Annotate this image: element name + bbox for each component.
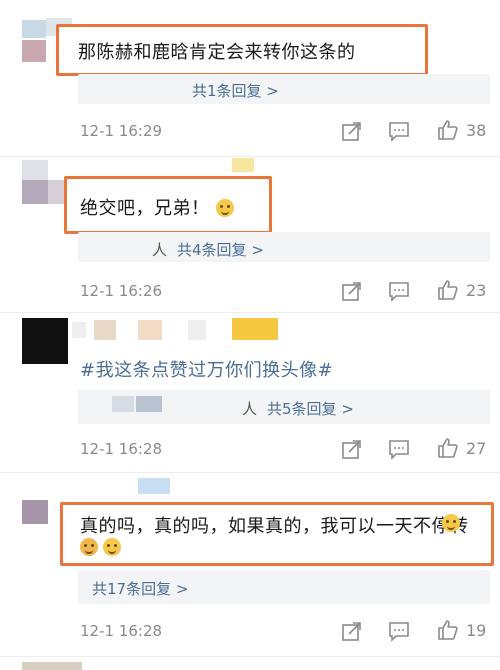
reply-author-fragment: 人 — [242, 400, 258, 418]
thumbs-up-icon[interactable] — [437, 279, 459, 301]
avatar-blurred[interactable] — [22, 318, 68, 364]
username-blurred — [188, 320, 206, 340]
like-count: 27 — [466, 439, 487, 458]
avatar-blurred[interactable] — [22, 500, 48, 524]
reply-count-text[interactable]: 共5条回复 > — [267, 400, 354, 418]
divider — [0, 656, 500, 657]
username-blurred — [138, 478, 170, 494]
reply-count-link[interactable]: 人共5条回复 > — [242, 398, 354, 419]
username-blurred — [232, 318, 278, 340]
reply-count-link[interactable]: 人共4条回复 > — [152, 239, 264, 260]
divider — [0, 312, 500, 313]
username-blurred — [94, 320, 116, 340]
like-count: 38 — [466, 121, 487, 140]
smiley-emoji-icon — [103, 538, 122, 556]
timestamp: 12-1 16:28 — [80, 622, 163, 640]
smiley-emoji-icon — [215, 199, 234, 217]
divider — [0, 156, 500, 157]
thumbs-up-icon[interactable] — [437, 119, 459, 141]
timestamp: 12-1 16:26 — [80, 282, 163, 300]
avatar-blurred[interactable] — [22, 160, 48, 180]
like-count: 23 — [466, 281, 487, 300]
emoji-row — [80, 538, 122, 557]
reply-count-link[interactable]: 共17条回复 > — [92, 578, 188, 599]
reply-count-text[interactable]: 共4条回复 > — [177, 241, 264, 259]
comment-icon[interactable] — [388, 120, 410, 142]
share-icon[interactable] — [341, 438, 363, 460]
next-avatar-blurred — [22, 662, 82, 670]
emoji-row — [442, 514, 460, 533]
comment-hashtag-link[interactable]: #我这条点赞过万你们换头像# — [80, 356, 333, 382]
timestamp: 12-1 16:29 — [80, 122, 163, 140]
reply-count-link[interactable]: 共1条回复 > — [192, 80, 279, 101]
reply-author-blurred — [136, 396, 162, 412]
comment-text-content: 绝交吧，兄弟！ — [80, 198, 210, 219]
divider — [0, 472, 500, 473]
avatar-blurred[interactable] — [22, 20, 46, 38]
avatar-blurred — [22, 180, 48, 204]
comment-text: 真的吗，真的吗，如果真的，我可以一天不停转 — [80, 516, 469, 537]
reply-preview[interactable] — [78, 232, 490, 262]
reply-author-fragment: 人 — [152, 241, 168, 259]
comment-text: 绝交吧，兄弟！ — [80, 194, 234, 220]
reply-preview[interactable] — [78, 74, 490, 104]
comment-icon[interactable] — [388, 438, 410, 460]
username-blurred — [72, 322, 86, 338]
smiley-emoji-icon — [442, 514, 460, 532]
like-count: 19 — [466, 621, 487, 640]
crying-emoji-icon — [80, 538, 98, 556]
share-icon[interactable] — [341, 280, 363, 302]
avatar-blurred — [22, 40, 46, 62]
thumbs-up-icon[interactable] — [437, 437, 459, 459]
share-icon[interactable] — [341, 120, 363, 142]
thumbs-up-icon[interactable] — [437, 619, 459, 641]
username-blurred — [138, 320, 162, 340]
reply-author-blurred — [112, 396, 134, 412]
comment-icon[interactable] — [388, 620, 410, 642]
comment-text: 那陈赫和鹿晗肯定会来转你这条的 — [78, 42, 356, 63]
comment-icon[interactable] — [388, 280, 410, 302]
timestamp: 12-1 16:28 — [80, 440, 163, 458]
username-blurred — [232, 158, 254, 172]
share-icon[interactable] — [341, 620, 363, 642]
